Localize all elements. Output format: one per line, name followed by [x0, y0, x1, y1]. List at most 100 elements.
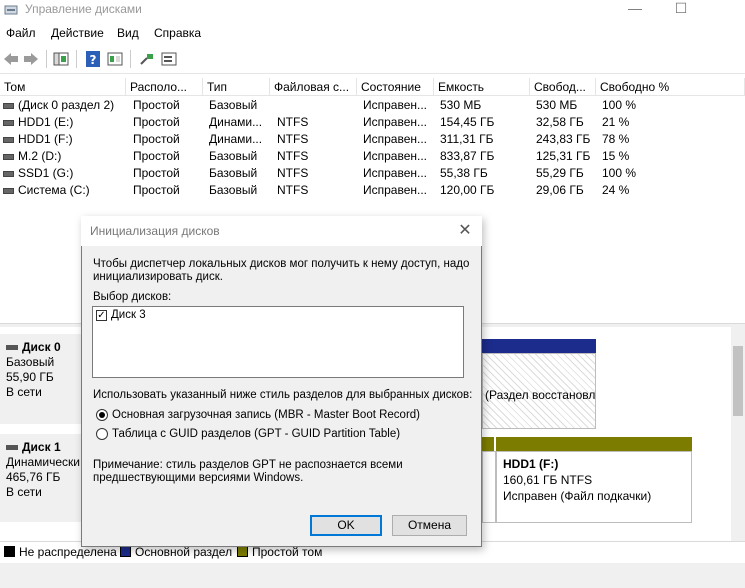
volume-row-cell: 55,38 ГБ: [440, 166, 488, 180]
settings-icon[interactable]: [160, 50, 178, 68]
menu-view[interactable]: Вид: [117, 26, 139, 40]
volume-row-cell: Исправен...: [363, 132, 428, 146]
volume-row-cell: Исправен...: [363, 149, 428, 163]
column-header-free-space[interactable]: Свобод...: [530, 78, 596, 96]
volume-row-cell: 29,06 ГБ: [536, 183, 584, 197]
disk-icon: [6, 445, 18, 451]
volume-row-cell: 833,87 ГБ: [440, 149, 495, 163]
menu-help[interactable]: Справка: [154, 26, 201, 40]
simple-volume-bar: [496, 437, 692, 451]
volume-row-cell: 125,31 ГБ: [536, 149, 591, 163]
column-header-type[interactable]: Тип: [203, 78, 270, 96]
volume-row-cell: Простой: [133, 132, 180, 146]
svg-text:?: ?: [90, 53, 97, 67]
toolbar-separator: [130, 50, 131, 68]
dialog-intro: Чтобы диспетчер локальных дисков мог пол…: [93, 258, 470, 283]
volume-icon: [3, 103, 14, 109]
volume-row-cell: NTFS: [277, 115, 309, 129]
close-icon[interactable]: ✕: [455, 222, 475, 240]
volume-icon: [3, 171, 14, 177]
column-header-filesystem[interactable]: Файловая с...: [270, 78, 357, 96]
disk-3-checkbox[interactable]: ✓: [96, 310, 107, 321]
volume-row-cell: Исправен...: [363, 98, 428, 112]
toolbar-separator: [76, 50, 77, 68]
mbr-radio[interactable]: [96, 409, 108, 421]
disk-management-app-icon: [4, 5, 18, 15]
column-header-layout[interactable]: Располо...: [126, 78, 203, 96]
volume-row-cell: Базовый: [209, 166, 258, 180]
volume-row-cell: Базовый: [209, 183, 258, 197]
mbr-label[interactable]: Основная загрузочная запись (MBR - Maste…: [112, 409, 420, 422]
volume-row-cell: 100 %: [602, 166, 637, 180]
primary-partition-bar: [482, 339, 596, 353]
volume-row-cell: NTFS: [277, 132, 309, 146]
cancel-button[interactable]: Отмена: [392, 515, 467, 536]
legend-primary-label: Основной раздел: [135, 545, 233, 559]
volume-row-cell: Простой: [133, 149, 180, 163]
volume-row-cell[interactable]: Система (C:): [18, 182, 126, 199]
volume-row-cell: Простой: [133, 183, 180, 197]
column-header-free-percent[interactable]: Свободно %: [596, 78, 745, 96]
volume-row-cell: 24 %: [602, 183, 630, 197]
volume-row-cell[interactable]: HDD1 (E:): [18, 114, 126, 131]
column-header-capacity[interactable]: Емкость: [434, 78, 530, 96]
minimize-button[interactable]: —: [612, 0, 658, 18]
select-disks-label: Выбор дисков:: [93, 291, 172, 303]
volume-row-cell[interactable]: SSD1 (G:): [18, 165, 126, 182]
volume-row-cell: 530 МБ: [440, 98, 482, 112]
volume-row-cell[interactable]: (Диск 0 раздел 2): [18, 97, 126, 114]
legend-unallocated-swatch: [4, 546, 15, 557]
legend-unallocated-label: Не распределена: [19, 545, 117, 559]
connect-icon[interactable]: [138, 50, 156, 68]
back-icon[interactable]: [2, 50, 20, 68]
volume-row-cell: Динами...: [209, 132, 263, 146]
volume-row-cell: Простой: [133, 115, 180, 129]
volume-row-cell: Исправен...: [363, 115, 428, 129]
volume-row-cell[interactable]: M.2 (D:): [18, 148, 126, 165]
volume-row-cell: NTFS: [277, 183, 309, 197]
partition-status: Исправен (Файл подкачки): [503, 489, 652, 503]
volume-row-cell: Базовый: [209, 149, 258, 163]
column-header-status[interactable]: Состояние: [357, 78, 434, 96]
volume-row-cell: 15 %: [602, 149, 630, 163]
console-tree-icon[interactable]: [52, 50, 70, 68]
legend-simple-label: Простой том: [252, 545, 323, 559]
volume-row-cell: Исправен...: [363, 166, 428, 180]
menu-action[interactable]: Действие: [51, 26, 104, 40]
menu-bar: [0, 22, 745, 44]
gpt-radio[interactable]: [96, 428, 108, 440]
volume-icon: [3, 188, 14, 194]
volume-row-cell: Базовый: [209, 98, 258, 112]
recovery-partition[interactable]: (Раздел восстановл: [482, 353, 596, 429]
volume-row-cell[interactable]: HDD1 (F:): [18, 131, 126, 148]
gpt-note: Примечание: стиль разделов GPT не распоз…: [93, 459, 403, 484]
scrollbar-thumb[interactable]: [733, 346, 743, 416]
forward-icon[interactable]: [22, 50, 40, 68]
hdd1-f-partition[interactable]: HDD1 (F:) 160,61 ГБ NTFS Исправен (Файл …: [496, 451, 692, 523]
simple-volume-bar: [482, 437, 494, 451]
volume-row-cell: 154,45 ГБ: [440, 115, 495, 129]
volume-row-cell: 21 %: [602, 115, 630, 129]
volume-row-cell: Простой: [133, 166, 180, 180]
volume-row-cell: Динами...: [209, 115, 263, 129]
properties-icon[interactable]: [106, 50, 124, 68]
volume-row-cell: 55,29 ГБ: [536, 166, 584, 180]
gpt-label[interactable]: Таблица с GUID разделов (GPT - GUID Part…: [112, 428, 400, 441]
disk-name: Диск 0: [22, 340, 61, 354]
disk-listbox[interactable]: [92, 306, 464, 378]
status-bar: [0, 563, 745, 588]
help-icon[interactable]: ?: [84, 50, 102, 68]
volume-row-cell: 311,31 ГБ: [440, 132, 494, 146]
disk-3-label[interactable]: Диск 3: [111, 309, 146, 322]
menu-file[interactable]: Файл: [6, 26, 36, 40]
toolbar-separator: [46, 50, 47, 68]
column-header-volume[interactable]: Том: [0, 78, 126, 96]
window-title: Управление дисками: [25, 2, 142, 16]
volume-row-cell: 120,00 ГБ: [440, 183, 495, 197]
maximize-button[interactable]: ☐: [658, 0, 704, 18]
disk-type: Базовый: [6, 355, 55, 369]
volume-icon: [3, 120, 14, 126]
volume-icon: [3, 154, 14, 160]
partition-box[interactable]: [482, 451, 496, 523]
ok-button[interactable]: OK: [310, 515, 382, 536]
